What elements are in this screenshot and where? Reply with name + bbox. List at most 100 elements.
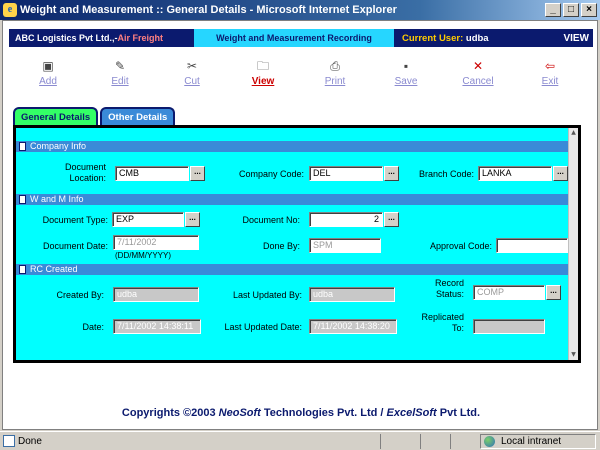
window-title-bar[interactable]: e Weight and Measurement :: General Deta… <box>0 0 600 20</box>
footer-middle: Technologies Pvt. Ltd / <box>260 407 387 419</box>
cancel-button[interactable]: ✕ Cancel <box>453 59 503 87</box>
document-no-browse-button[interactable]: ... <box>384 212 399 227</box>
save-button[interactable]: ▪ Save <box>381 59 431 87</box>
add-label: Add <box>39 76 57 87</box>
footer-prefix: Copyrights ©2003 <box>121 407 219 419</box>
folder-icon: 🗀 <box>256 59 269 73</box>
window-controls: _ □ × <box>545 3 597 17</box>
ie-logo-icon: e <box>3 3 17 17</box>
last-updated-by-label: Last Updated By: <box>232 290 302 300</box>
exit-button[interactable]: ⇦ Exit <box>525 59 575 87</box>
replicated-to-label: Replicated To: <box>421 312 464 333</box>
current-user-label: Current User: <box>402 32 464 44</box>
floppy-disk-icon: ▪ <box>403 59 409 73</box>
window-title: Weight and Measurement :: General Detail… <box>20 4 397 16</box>
cut-button[interactable]: ✂ Cut <box>167 59 217 87</box>
date-format-hint: (DD/MM/YYYY) <box>115 251 171 260</box>
section-rc-created: RC Created <box>16 264 574 275</box>
document-date-input[interactable]: 7/11/2002 <box>113 235 199 250</box>
last-updated-date-label: Last Updated Date: <box>224 322 302 332</box>
view-button[interactable]: 🗀 View <box>238 59 288 87</box>
document-type-browse-button[interactable]: ... <box>185 212 200 227</box>
footer-suffix: Pvt Ltd. <box>436 407 481 419</box>
done-by-label: Done By: <box>262 241 300 251</box>
app-header: ABC Logistics Pvt Ltd.,-Air Freight Weig… <box>9 29 593 47</box>
save-label: Save <box>394 76 418 87</box>
done-by-input[interactable]: SPM <box>309 238 381 253</box>
current-user-name: udba <box>465 32 489 44</box>
globe-icon <box>484 436 495 447</box>
section-company-info-title: Company Info <box>30 141 87 151</box>
document-type-label: Document Type: <box>42 215 108 225</box>
add-button[interactable]: ▣ Add <box>23 59 73 87</box>
edit-label: Edit <box>111 76 129 87</box>
print-label: Print <box>324 76 346 87</box>
scissors-icon: ✂ <box>186 59 198 73</box>
document-icon <box>19 195 26 204</box>
scroll-up-arrow-icon[interactable]: ▲ <box>569 128 578 138</box>
record-status-label: Record Status: <box>434 278 464 299</box>
approval-code-input[interactable] <box>496 238 568 253</box>
branch-code-label: Branch Code: <box>418 169 474 179</box>
current-user: Current User: udba <box>394 33 554 44</box>
company-code-label: Company Code: <box>238 169 304 179</box>
security-zone-text: Local intranet <box>501 436 562 447</box>
status-divider <box>450 434 451 449</box>
view-label: View <box>251 76 275 87</box>
printer-icon: ⎙ <box>330 59 340 73</box>
status-divider <box>380 434 381 449</box>
document-type-input[interactable]: EXP <box>112 212 184 227</box>
document-location-browse-button[interactable]: ... <box>190 166 205 181</box>
page-icon <box>3 434 15 447</box>
date-input: 7/11/2002 14:38:11 <box>113 319 201 334</box>
status-divider <box>420 434 421 449</box>
last-updated-date-input: 7/11/2002 14:38:20 <box>309 319 397 334</box>
security-zone: Local intranet <box>480 434 596 449</box>
cancel-x-icon: ✕ <box>472 59 484 73</box>
company-code-input[interactable]: DEL <box>309 166 383 181</box>
edit-icon: ✎ <box>114 59 126 73</box>
section-wm-info: W and M Info <box>16 194 574 205</box>
approval-code-label: Approval Code: <box>429 241 492 251</box>
copyright-footer: Copyrights ©2003 NeoSoft Technologies Pv… <box>3 407 599 419</box>
created-by-input: udba <box>113 287 199 302</box>
tab-general-details[interactable]: General Details <box>13 107 99 125</box>
created-by-label: Created By: <box>56 290 104 300</box>
exit-door-icon: ⇦ <box>544 59 556 73</box>
panel-scrollbar[interactable]: ▲ ▼ <box>568 128 578 360</box>
exit-label: Exit <box>541 76 559 87</box>
document-icon <box>19 142 26 151</box>
document-location-input[interactable]: CMB <box>115 166 189 181</box>
section-company-info: Company Info <box>16 141 574 152</box>
section-title: Weight and Measurement Recording <box>194 29 394 47</box>
branch-code-browse-button[interactable]: ... <box>553 166 568 181</box>
section-wm-info-title: W and M Info <box>30 194 84 204</box>
company-name-text: ABC Logistics Pvt Ltd.,- <box>15 33 118 43</box>
document-icon <box>19 265 26 274</box>
maximize-button[interactable]: □ <box>563 3 579 17</box>
mode-indicator: VIEW <box>563 32 589 44</box>
status-text: Done <box>18 435 42 447</box>
cut-label: Cut <box>184 76 200 87</box>
document-date-label: Document Date: <box>42 241 108 251</box>
toolbar: ▣ Add ✎ Edit ✂ Cut 🗀 View ⎙ Print ▪ Save… <box>3 59 597 95</box>
replicated-to-input <box>473 319 545 334</box>
minimize-button[interactable]: _ <box>545 3 561 17</box>
close-button[interactable]: × <box>581 3 597 17</box>
company-name: ABC Logistics Pvt Ltd.,-Air Freight <box>9 33 194 43</box>
branch-code-input[interactable]: LANKA <box>478 166 552 181</box>
document-no-input[interactable]: 2 <box>309 212 383 227</box>
section-rc-created-title: RC Created <box>30 264 78 274</box>
scroll-down-arrow-icon[interactable]: ▼ <box>569 350 578 360</box>
cancel-label: Cancel <box>462 76 494 87</box>
browser-content: ABC Logistics Pvt Ltd.,-Air Freight Weig… <box>2 20 598 430</box>
tab-other-details[interactable]: Other Details <box>100 107 176 125</box>
print-button[interactable]: ⎙ Print <box>310 59 360 87</box>
edit-button[interactable]: ✎ Edit <box>95 59 145 87</box>
record-status-input[interactable]: COMP <box>473 285 545 300</box>
record-status-browse-button[interactable]: ... <box>546 285 561 300</box>
footer-excelsoft: ExcelSoft <box>386 407 437 419</box>
status-text-area: Done <box>0 434 42 447</box>
footer-neosoft: NeoSoft <box>218 407 261 419</box>
date-label: Date: <box>82 322 104 332</box>
